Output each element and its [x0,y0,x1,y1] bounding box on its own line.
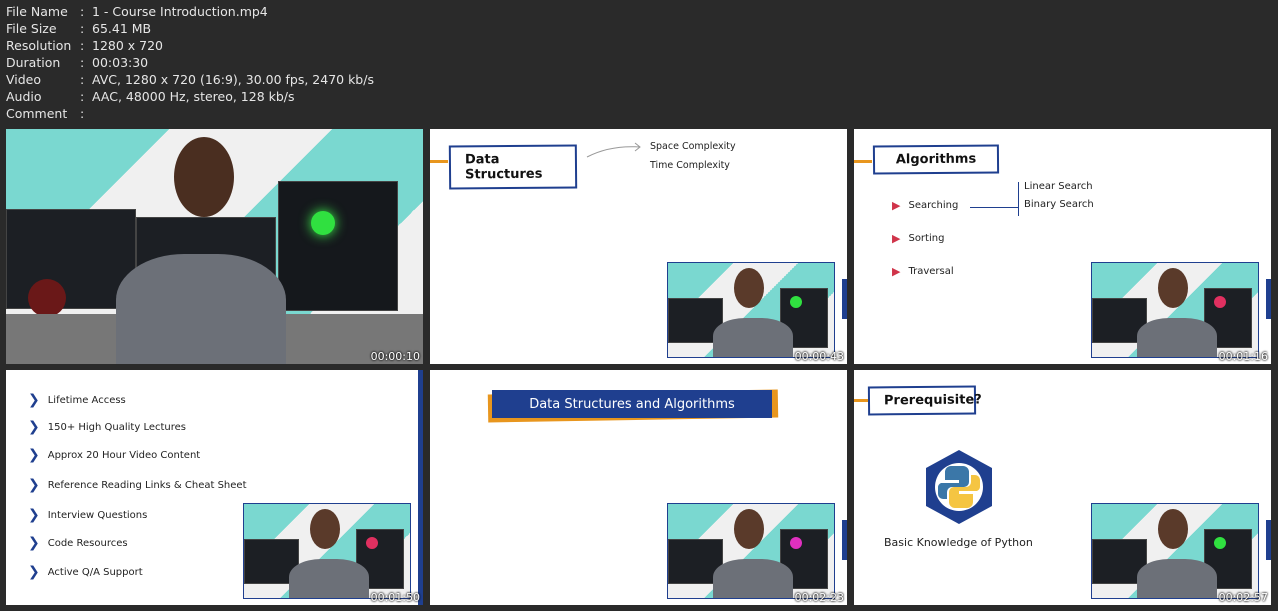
chevron-icon: ❯ [28,535,40,551]
label: Resolution [6,38,72,53]
list-item: ❯ Active Q/A Support [28,564,143,580]
thumbnail-1[interactable]: 00:00:10 [6,129,423,364]
list-item: ❯ 150+ High Quality Lectures [28,419,187,435]
file-name-value: 1 - Course Introduction.mp4 [92,4,268,19]
triangle-icon: ▶ [892,265,901,278]
list-item: ❯ Interview Questions [28,507,148,523]
thumbnail-5[interactable]: Data Structures and Algorithms 00:02:23 [430,370,847,605]
thumbnail-2[interactable]: Data Structures Space Complexity Time Co… [430,129,847,364]
timestamp: 00:00:10 [370,350,420,363]
duration-value: 00:03:30 [92,55,149,70]
label: File Name [6,4,68,19]
prerequisite-caption: Basic Knowledge of Python [884,536,1033,549]
item: Space Complexity [650,141,736,152]
timestamp: 00:00:43 [794,350,844,363]
file-info: File Name:1 - Course Introduction.mp4 Fi… [6,3,374,122]
list-item: ▶ Sorting [892,232,945,245]
chevron-icon: ❯ [28,447,40,463]
label: Video [6,72,42,87]
webcam-inset [667,262,835,358]
file-size-value: 65.41 MB [92,21,152,36]
list-item: ❯ Lifetime Access [28,392,126,408]
label: Audio [6,89,42,104]
list-item: ❯ Reference Reading Links & Cheat Sheet [28,477,247,493]
chevron-icon: ❯ [28,419,40,435]
sep: : [80,106,85,121]
chevron-icon: ❯ [28,477,40,493]
audio-value: AAC, 48000 Hz, stereo, 128 kb/s [92,89,295,104]
list-item: ▶ Traversal [892,265,954,278]
slide-title: Prerequisite? [867,385,982,416]
label: Duration [6,55,61,70]
list-item: ❯ Code Resources [28,535,128,551]
webcam-inset [1091,262,1259,358]
slide-title: Algorithms [872,144,1000,175]
webcam-frame [6,129,423,364]
label: Comment [6,106,68,121]
timestamp: 00:01:16 [1218,350,1268,363]
item: Time Complexity [650,160,730,171]
resolution-value: 1280 x 720 [92,38,164,53]
slide-title: Data Structures and Algorithms [492,390,772,418]
chevron-icon: ❯ [28,507,40,523]
sep: : [80,72,85,87]
timestamp: 00:01:50 [370,591,420,604]
thumbnail-3[interactable]: Algorithms ▶ Searching ▶ Sorting ▶ Traversa… [854,129,1271,364]
chevron-icon: ❯ [28,564,40,580]
triangle-icon: ▶ [892,232,901,245]
arrow-icon [586,142,641,158]
sep: : [80,38,85,53]
slide-title: Data Structures [448,144,578,190]
sub-item: Binary Search [1024,199,1094,210]
sep: : [80,21,85,36]
webcam-inset [1091,503,1259,599]
sub-item: Linear Search [1024,181,1093,192]
list-item: ❯ Approx 20 Hour Video Content [28,447,201,463]
timestamp: 00:02:23 [794,591,844,604]
thumbnail-6[interactable]: Prerequisite? Basic Knowledge of Python … [854,370,1271,605]
webcam-inset [243,503,411,599]
video-value: AVC, 1280 x 720 (16:9), 30.00 fps, 2470 … [92,72,374,87]
timestamp: 00:02:57 [1218,591,1268,604]
triangle-icon: ▶ [892,199,901,212]
thumbnail-4[interactable]: ❯ Lifetime Access ❯ 150+ High Quality Lect… [6,370,423,605]
python-logo-icon [926,450,992,524]
sep: : [80,4,85,19]
sep: : [80,89,85,104]
label: File Size [6,21,57,36]
chevron-icon: ❯ [28,392,40,408]
sep: : [80,55,85,70]
webcam-inset [667,503,835,599]
list-item: ▶ Searching [892,199,959,212]
